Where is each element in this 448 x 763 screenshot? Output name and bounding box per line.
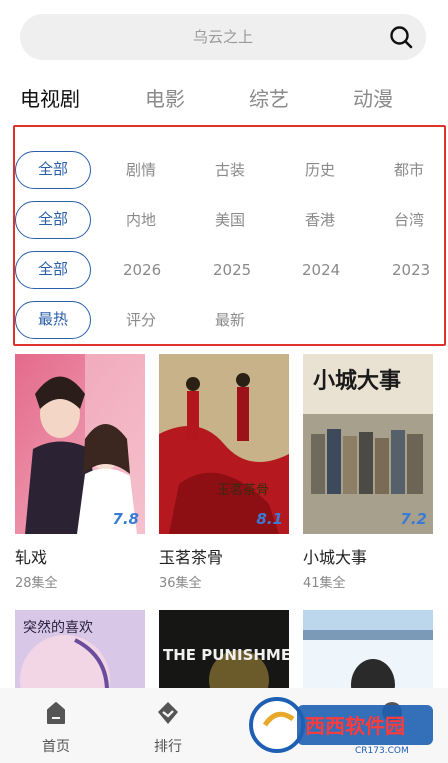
filter-row-genre: 全部 剧情 古装 历史 都市 <box>15 151 448 189</box>
filter-option[interactable]: 最新 <box>215 301 245 339</box>
poster-text: 小城大事 <box>313 368 401 394</box>
show-title: 小城大事 <box>303 548 368 567</box>
search-bar[interactable]: 乌云之上 <box>20 14 426 60</box>
poster-image[interactable]: 7.8 <box>15 354 145 534</box>
search-icon[interactable] <box>389 25 413 49</box>
watermark-logo: 西西软件园 CR173.COM <box>249 697 433 756</box>
poster-image[interactable]: 小城大事 7.2 <box>303 354 433 534</box>
filter-genre-all[interactable]: 全部 <box>15 151 91 189</box>
filter-option[interactable]: 2024 <box>302 251 340 289</box>
tab-tv[interactable]: 电视剧 <box>20 84 80 114</box>
ranking-icon <box>158 702 178 724</box>
category-tabs: 电视剧 电影 综艺 动漫 <box>0 84 448 116</box>
search-placeholder: 乌云之上 <box>192 28 253 46</box>
poster-art: 小城大事 <box>303 354 433 534</box>
watermark-text: 西西软件园 <box>305 714 405 738</box>
filter-sort-hot[interactable]: 最热 <box>15 301 91 339</box>
filter-option[interactable]: 美国 <box>215 201 245 239</box>
filter-option[interactable]: 香港 <box>305 201 335 239</box>
show-card[interactable]: 玉茗茶骨 8.1 玉茗茶骨 36集全 <box>159 354 289 591</box>
filter-option[interactable]: 内地 <box>126 201 156 239</box>
poster-image[interactable]: 玉茗茶骨 8.1 <box>159 354 289 534</box>
filter-option[interactable]: 2025 <box>213 251 251 289</box>
poster-text: THE PUNISHMENT <box>163 646 289 664</box>
watermark-sub: CR173.COM <box>355 746 409 756</box>
filter-option[interactable]: 剧情 <box>126 151 156 189</box>
tab-variety[interactable]: 综艺 <box>249 84 289 114</box>
nav-ranking-label: 排行 <box>154 739 182 755</box>
poster-text: 玉茗茶骨 <box>217 482 269 498</box>
episode-count: 36集全 <box>159 576 202 591</box>
filter-option[interactable]: 2023 <box>392 251 430 289</box>
filter-panel: 全部 剧情 古装 历史 都市 全部 内地 美国 香港 台湾 全部 2026 20… <box>13 125 446 346</box>
filter-region-all[interactable]: 全部 <box>15 201 91 239</box>
home-icon <box>47 702 65 724</box>
poster-art: 玉茗茶骨 <box>159 354 289 534</box>
nav-ranking[interactable]: 排行 <box>128 688 208 763</box>
tab-anime[interactable]: 动漫 <box>353 84 393 114</box>
nav-home[interactable]: 首页 <box>16 688 96 763</box>
nav-home-label: 首页 <box>42 739 70 755</box>
show-title: 玉茗茶骨 <box>159 548 224 567</box>
episode-count: 41集全 <box>303 576 346 591</box>
filter-option[interactable]: 古装 <box>215 151 245 189</box>
show-card[interactable]: 小城大事 7.2 小城大事 41集全 <box>303 354 433 591</box>
filter-option[interactable]: 评分 <box>126 301 156 339</box>
filter-row-year: 全部 2026 2025 2024 2023 <box>15 251 448 289</box>
rating-badge: 7.2 <box>400 510 427 528</box>
rating-badge: 7.8 <box>112 510 139 528</box>
poster-art <box>15 354 145 534</box>
tab-movie[interactable]: 电影 <box>145 84 185 114</box>
episode-count: 28集全 <box>15 576 58 591</box>
filter-year-all[interactable]: 全部 <box>15 251 91 289</box>
filter-row-region: 全部 内地 美国 香港 台湾 <box>15 201 448 239</box>
filter-option[interactable]: 都市 <box>394 151 424 189</box>
filter-option[interactable]: 2026 <box>123 251 161 289</box>
filter-option[interactable]: 台湾 <box>394 201 424 239</box>
rating-badge: 8.1 <box>256 510 283 528</box>
filter-row-sort: 最热 评分 最新 <box>15 301 448 339</box>
show-title: 轧戏 <box>15 548 48 567</box>
poster-text: 突然的喜欢 <box>23 619 93 636</box>
show-card[interactable]: 7.8 轧戏 28集全 <box>15 354 145 591</box>
filter-option[interactable]: 历史 <box>305 151 335 189</box>
